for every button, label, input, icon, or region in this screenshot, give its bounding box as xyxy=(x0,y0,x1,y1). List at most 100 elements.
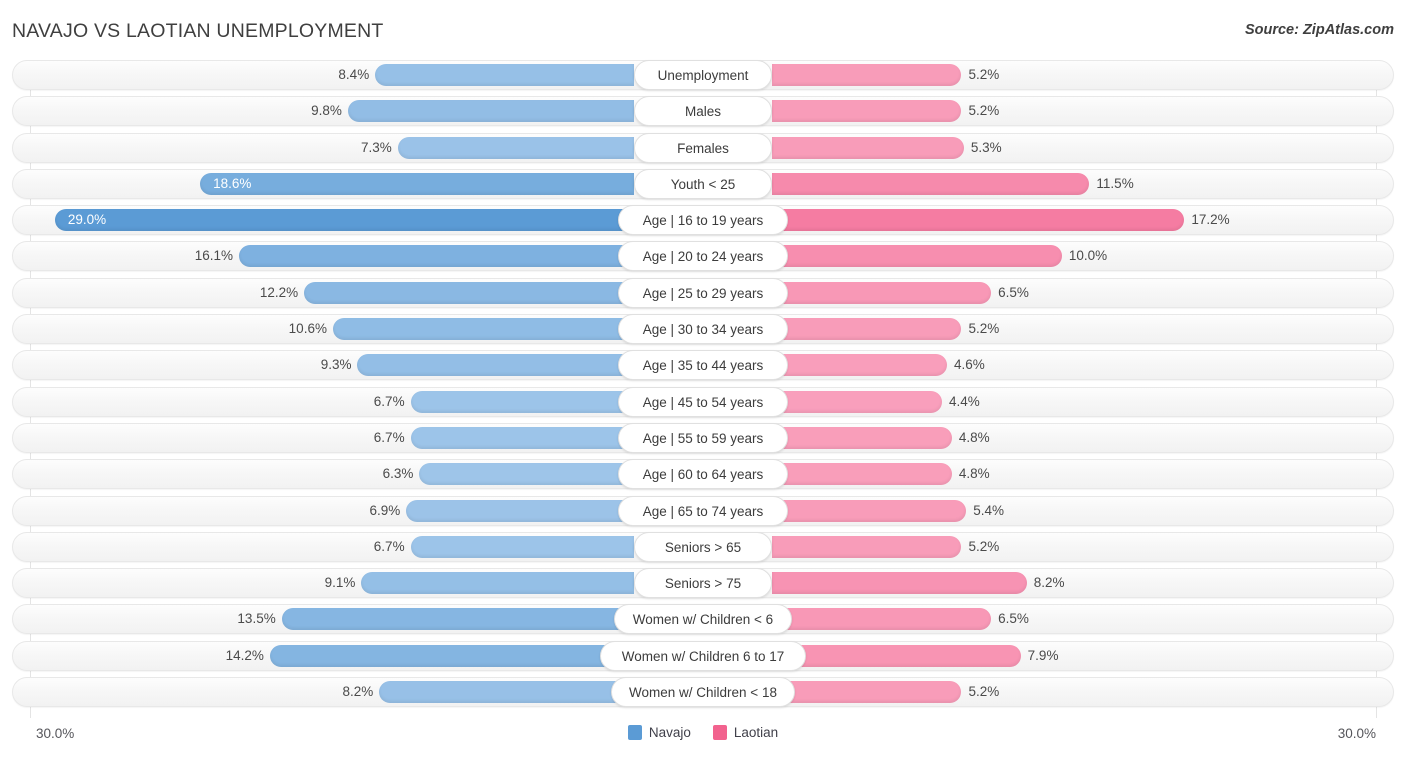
value-label-laotian: 5.2% xyxy=(968,684,1000,700)
category-label[interactable]: Age | 25 to 29 years xyxy=(618,277,788,308)
source-label: Source: ZipAtlas.com xyxy=(1244,22,1394,38)
chart-header: NAVAJO VS LAOTIAN UNEMPLOYMENT Source: Z… xyxy=(0,0,1406,60)
legend-item-laotian[interactable]: Laotian xyxy=(712,725,779,740)
value-label-navajo: 6.7% xyxy=(373,429,405,445)
chart-plot-area: 8.4% 5.2% Unemployment 9.8% 5.2% Males 7.3% 5.3… xyxy=(0,60,1406,718)
bar-laotian[interactable] xyxy=(772,535,962,558)
bar-laotian[interactable] xyxy=(772,318,962,341)
chart-legend: Navajo Laotian xyxy=(0,725,1406,740)
value-label-navajo: 13.5% xyxy=(237,611,276,627)
bar-laotian[interactable] xyxy=(772,281,992,304)
bar-laotian[interactable] xyxy=(772,354,947,377)
bar-navajo[interactable] xyxy=(361,572,634,595)
bar-navajo[interactable] xyxy=(410,390,634,413)
bar-navajo[interactable] xyxy=(419,463,634,486)
value-label-laotian: 11.5% xyxy=(1096,175,1134,191)
page-title: NAVAJO VS LAOTIAN UNEMPLOYMENT xyxy=(12,20,384,42)
value-label-navajo: 8.4% xyxy=(338,67,370,82)
bar-navajo[interactable] xyxy=(379,681,634,704)
category-label[interactable]: Age | 35 to 44 years xyxy=(618,350,788,381)
bar-laotian[interactable] xyxy=(772,100,962,123)
legend-swatch-navajo xyxy=(627,725,642,740)
bar-navajo[interactable] xyxy=(200,172,634,195)
value-label-navajo: 9.3% xyxy=(320,357,352,373)
category-label[interactable]: Males xyxy=(634,96,772,127)
bar-laotian[interactable] xyxy=(772,499,967,522)
bar-laotian[interactable] xyxy=(772,572,1027,595)
value-label-navajo: 8.2% xyxy=(342,684,374,700)
category-label[interactable]: Youth < 25 xyxy=(634,168,772,199)
category-label[interactable]: Age | 20 to 24 years xyxy=(618,241,788,272)
bar-navajo[interactable] xyxy=(410,426,634,449)
chart-row: 14.2% 7.9% Women w/ Children 6 to 17 xyxy=(0,640,1406,671)
category-label[interactable]: Age | 16 to 19 years xyxy=(618,205,788,236)
bar-laotian[interactable] xyxy=(772,644,1021,667)
value-label-laotian: 4.8% xyxy=(958,429,990,445)
value-label-laotian: 5.4% xyxy=(973,502,1004,518)
axis-right-label: 30.0% xyxy=(1337,726,1376,741)
value-label-laotian: 5.2% xyxy=(968,538,1000,554)
bar-laotian[interactable] xyxy=(772,64,962,86)
value-label-navajo: 9.8% xyxy=(311,103,342,119)
chart-footer: 30.0% Navajo Laotian 30.0% xyxy=(0,718,1406,757)
legend-item-navajo[interactable]: Navajo xyxy=(627,725,691,740)
value-label-navajo: 14.2% xyxy=(225,647,264,663)
bar-navajo[interactable] xyxy=(304,281,634,304)
bar-navajo[interactable] xyxy=(406,499,634,522)
category-label[interactable]: Women w/ Children < 6 xyxy=(614,604,792,635)
chart-row: 6.3% 4.8% Age | 60 to 64 years xyxy=(0,459,1406,490)
bar-laotian[interactable] xyxy=(772,681,962,704)
category-label[interactable]: Age | 55 to 59 years xyxy=(618,422,788,453)
value-label-laotian: 5.3% xyxy=(970,139,1002,155)
legend-label-navajo: Navajo xyxy=(648,725,691,740)
category-label[interactable]: Unemployment xyxy=(634,60,772,90)
bar-laotian[interactable] xyxy=(772,209,1185,232)
bar-navajo[interactable] xyxy=(238,245,634,268)
bar-laotian[interactable] xyxy=(772,390,942,413)
value-label-laotian: 4.4% xyxy=(948,393,980,409)
category-label[interactable]: Age | 60 to 64 years xyxy=(618,459,788,490)
value-label-navajo: 18.6% xyxy=(213,175,252,191)
bar-laotian[interactable] xyxy=(772,426,952,449)
chart-row: 9.1% 8.2% Seniors > 75 xyxy=(0,568,1406,599)
chart-row: 8.2% 5.2% Women w/ Children < 18 xyxy=(0,677,1406,708)
category-label[interactable]: Age | 65 to 74 years xyxy=(618,495,788,526)
bar-laotian[interactable] xyxy=(772,463,952,486)
bar-laotian[interactable] xyxy=(772,245,1062,268)
category-label[interactable]: Age | 30 to 34 years xyxy=(618,314,788,345)
bar-laotian[interactable] xyxy=(772,136,964,159)
category-label[interactable]: Women w/ Children < 18 xyxy=(610,677,796,708)
chart-row: 10.6% 5.2% Age | 30 to 34 years xyxy=(0,314,1406,345)
category-label[interactable]: Women w/ Children 6 to 17 xyxy=(600,640,806,671)
bar-navajo[interactable] xyxy=(397,136,634,159)
legend-label-laotian: Laotian xyxy=(733,725,779,740)
bar-laotian[interactable] xyxy=(772,608,992,631)
bar-laotian[interactable] xyxy=(772,172,1090,195)
category-label[interactable]: Seniors > 75 xyxy=(634,568,772,599)
value-label-navajo: 6.7% xyxy=(373,538,405,554)
category-label[interactable]: Seniors > 65 xyxy=(634,531,772,562)
category-label[interactable]: Females xyxy=(634,132,772,163)
value-label-navajo: 6.9% xyxy=(369,502,401,518)
value-label-navajo: 16.1% xyxy=(194,248,233,264)
bar-navajo[interactable] xyxy=(54,209,634,232)
bar-navajo[interactable] xyxy=(410,535,634,558)
value-label-laotian: 6.5% xyxy=(998,284,1029,300)
bar-navajo[interactable] xyxy=(357,354,634,377)
bar-navajo[interactable] xyxy=(375,64,634,86)
value-label-laotian: 5.2% xyxy=(968,67,1000,82)
chart-row: 13.5% 6.5% Women w/ Children < 6 xyxy=(0,604,1406,635)
value-label-navajo: 10.6% xyxy=(288,321,327,337)
chart-row: 7.3% 5.3% Females xyxy=(0,132,1406,163)
value-label-laotian: 6.5% xyxy=(998,611,1029,627)
bar-navajo[interactable] xyxy=(347,100,634,123)
value-label-laotian: 5.2% xyxy=(968,103,1000,119)
category-label[interactable]: Age | 45 to 54 years xyxy=(618,386,788,417)
value-label-navajo: 6.3% xyxy=(382,466,414,482)
value-label-laotian: 7.9% xyxy=(1027,647,1059,663)
bar-navajo[interactable] xyxy=(332,318,634,341)
chart-rows: 8.4% 5.2% Unemployment 9.8% 5.2% Males 7.3% 5.3… xyxy=(0,60,1406,713)
bar-navajo[interactable] xyxy=(281,608,634,631)
bar-navajo[interactable] xyxy=(269,644,634,667)
value-label-laotian: 8.2% xyxy=(1033,575,1065,591)
